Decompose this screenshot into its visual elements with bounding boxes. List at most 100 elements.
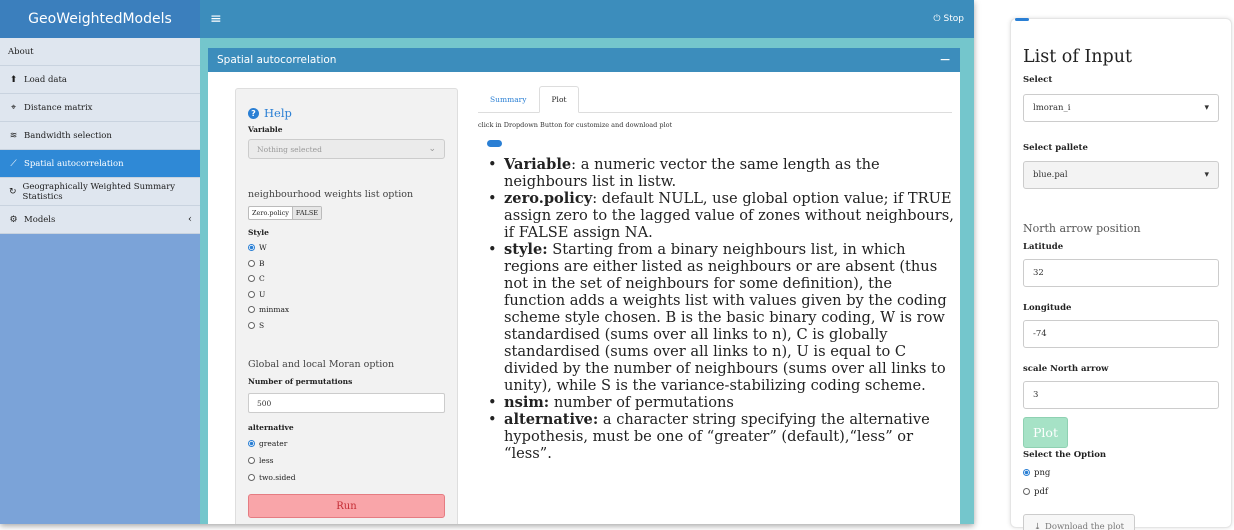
radio-button[interactable] — [248, 306, 255, 314]
power-icon: ⏻ — [933, 14, 941, 24]
permutations-input[interactable]: 500 — [248, 393, 445, 413]
longitude-label: Longitude — [1023, 303, 1072, 313]
radio-button[interactable] — [248, 259, 255, 267]
moran-section-title: Global and local Moran option — [248, 359, 395, 370]
style-option-label: S — [259, 320, 265, 330]
radio-button[interactable] — [248, 457, 255, 464]
dropdown-toggle-button[interactable] — [487, 140, 502, 147]
doc-entry: zero.policy: default NULL, use global op… — [486, 190, 954, 241]
style-option[interactable]: C — [248, 271, 445, 287]
alternative-label: alternative — [248, 423, 294, 432]
sidebar-item-label: Geographically Weighted Summary Statisti… — [22, 181, 176, 202]
format-option-label: png — [1034, 467, 1051, 478]
app-brand[interactable]: GeoWeightedModels — [0, 0, 200, 38]
doc-term: Variable — [504, 156, 572, 173]
box-title: Spatial autocorrelation — [217, 54, 337, 66]
question-circle-icon: ? — [248, 107, 259, 119]
radio-button[interactable] — [248, 290, 255, 298]
doc-entry: style: Starting from a binary neighbours… — [486, 241, 954, 394]
style-option[interactable]: S — [248, 318, 445, 334]
main-content: Spatial autocorrelation − ? Help Variabl… — [200, 38, 974, 524]
collapse-icon[interactable]: − — [939, 52, 951, 68]
style-option-label: C — [259, 274, 265, 284]
radio-button[interactable] — [248, 440, 255, 447]
sidebar-item-bandwidth-selection[interactable]: ≋ Bandwidth selection — [0, 122, 200, 150]
format-radio-group: png pdf — [1023, 463, 1219, 501]
chevron-left-icon: ‹ — [188, 214, 192, 225]
style-option[interactable]: B — [248, 256, 445, 272]
format-option[interactable]: pdf — [1023, 482, 1219, 501]
style-option-label: W — [259, 243, 267, 253]
spatial-autocorrelation-box: Spatial autocorrelation − ? Help Variabl… — [208, 48, 960, 524]
download-icon: ⤓ — [1033, 521, 1042, 530]
sidebar-item-geographically-weighted-summary-statistics[interactable]: ↻ Geographically Weighted Summary Statist… — [0, 178, 200, 206]
format-option[interactable]: png — [1023, 463, 1219, 482]
select-label: Select — [1023, 75, 1053, 85]
file-upload-icon: ⬆ — [9, 74, 18, 85]
stop-button[interactable]: ⏻ Stop — [933, 14, 964, 24]
download-plot-button[interactable]: ⤓ Download the plot — [1023, 514, 1135, 530]
sidebar-item-load-data[interactable]: ⬆ Load data — [0, 66, 200, 94]
radio-button[interactable] — [248, 275, 255, 283]
zero-policy-toggle[interactable]: Zero.policy FALSE — [248, 206, 323, 220]
tab-summary[interactable]: Summary — [478, 86, 539, 112]
input-list-panel: List of Input Select lmoran_i ▾ Select p… — [1010, 18, 1232, 530]
radio-button[interactable] — [1023, 488, 1030, 495]
sidebar-item-models[interactable]: ⚙ Models ‹ — [0, 206, 200, 234]
variable-placeholder: Nothing selected — [257, 144, 322, 154]
scale-input[interactable]: 3 — [1023, 381, 1219, 409]
sidebar-item-about[interactable]: About — [0, 38, 200, 66]
box-header: Spatial autocorrelation − — [208, 48, 960, 72]
radio-button[interactable] — [248, 321, 255, 329]
help-documentation: Variable: a numeric vector the same leng… — [486, 156, 954, 462]
help-link[interactable]: ? Help — [248, 106, 445, 120]
north-arrow-title: North arrow position — [1023, 222, 1141, 235]
sidebar-item-distance-matrix[interactable]: ⌖ Distance matrix — [0, 94, 200, 122]
latitude-input[interactable]: 32 — [1023, 259, 1219, 287]
sidebar-item-label: Bandwidth selection — [24, 130, 112, 141]
doc-term: alternative: — [504, 411, 599, 428]
alternative-option[interactable]: greater — [248, 435, 445, 452]
variable-dropdown[interactable]: lmoran_i ▾ — [1023, 94, 1219, 122]
sidebar-item-label: Spatial autocorrelation — [24, 158, 124, 169]
radio-button[interactable] — [248, 474, 255, 481]
alternative-option-label: greater — [259, 439, 288, 448]
radio-button[interactable] — [248, 244, 255, 252]
style-radio-group: W B C Uminmax S — [248, 240, 445, 333]
longitude-input[interactable]: -74 — [1023, 320, 1219, 348]
tab-plot[interactable]: Plot — [538, 86, 580, 113]
doc-term: zero.policy — [504, 190, 593, 207]
style-option[interactable]: U — [248, 287, 445, 303]
menu-toggle-icon[interactable]: ≡ — [210, 11, 222, 27]
style-option-label: U — [259, 289, 266, 299]
scale-label: scale North arrow — [1023, 364, 1109, 374]
style-option[interactable]: W — [248, 240, 445, 256]
sidebar-item-label: Distance matrix — [24, 102, 93, 113]
sidebar-item-label: Models — [24, 214, 56, 225]
output-tabs: Summary Plot — [478, 86, 952, 113]
sidebar-item-label: Load data — [24, 74, 67, 85]
alternative-option[interactable]: less — [248, 452, 445, 469]
format-option-label: pdf — [1034, 486, 1049, 497]
sidebar-item-spatial-autocorrelation[interactable]: ⟋ Spatial autocorrelation — [0, 150, 200, 178]
input-well: ? Help Variable Nothing selected ⌄ neigh… — [235, 88, 458, 524]
top-navbar: ≡ ⏻ Stop — [200, 0, 974, 38]
style-option[interactable]: minmax — [248, 302, 445, 318]
help-label: Help — [264, 106, 292, 120]
variable-label: Variable — [248, 125, 283, 134]
nb-section-title: neighbourhood weights list option — [248, 189, 414, 200]
alternative-option[interactable]: two.sided — [248, 469, 445, 486]
pallete-dropdown[interactable]: blue.pal ▾ — [1023, 161, 1219, 189]
caret-down-icon: ▾ — [1204, 170, 1209, 180]
line-chart-icon: ⟋ — [10, 158, 17, 169]
plot-button[interactable]: Plot — [1023, 417, 1068, 448]
alternative-option-label: two.sided — [259, 473, 296, 482]
variable-select[interactable]: Nothing selected ⌄ — [248, 139, 445, 159]
pallete-value: blue.pal — [1033, 170, 1068, 180]
run-button[interactable]: Run — [248, 494, 445, 518]
gear-icon: ⚙ — [9, 214, 18, 225]
sidebar-item-label: About — [8, 46, 34, 57]
doc-term: style: — [504, 241, 548, 258]
variable-dropdown-value: lmoran_i — [1033, 103, 1071, 113]
radio-button[interactable] — [1023, 469, 1030, 476]
